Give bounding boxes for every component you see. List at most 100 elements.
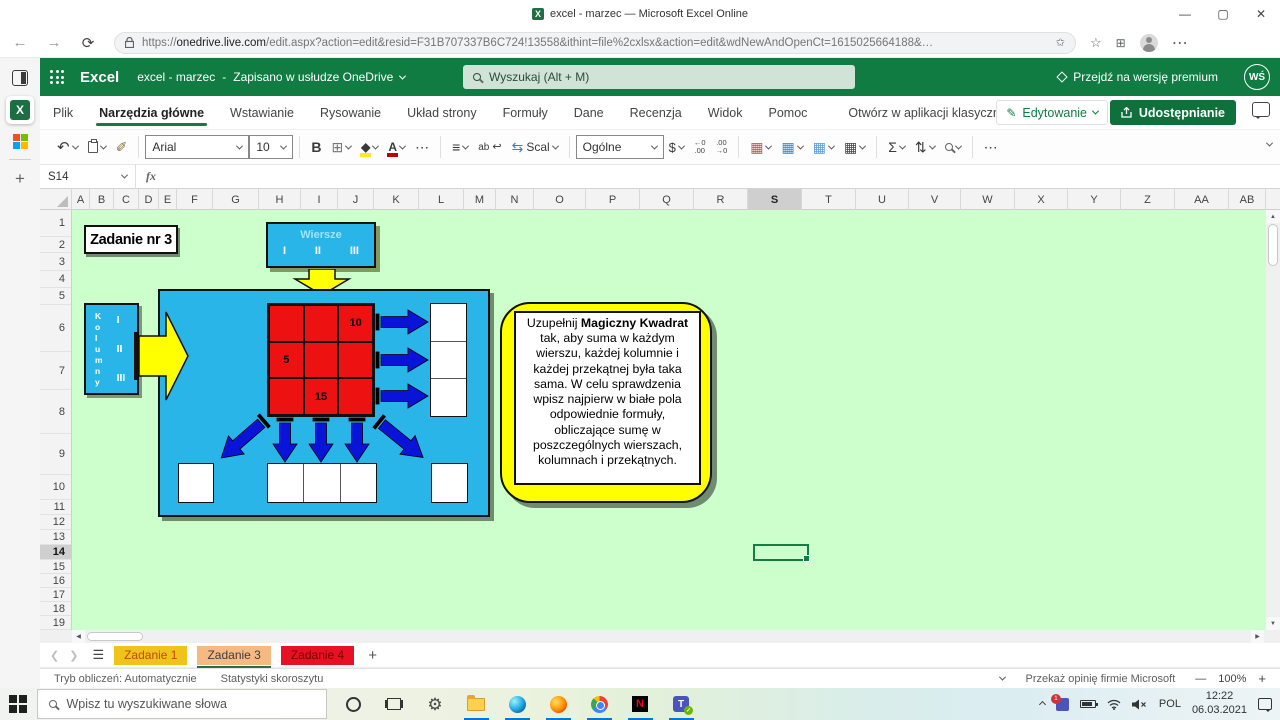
vertical-scrollbar[interactable]: ▲ ▼ — [1266, 210, 1280, 630]
back-button[interactable]: ← — [6, 31, 34, 55]
minimize-button[interactable]: — — [1166, 0, 1204, 28]
netflix-button[interactable]: N — [620, 688, 661, 720]
column-header-A[interactable]: A — [72, 189, 90, 210]
column-header-Z[interactable]: Z — [1121, 189, 1175, 210]
saved-status-chevron-icon[interactable] — [399, 72, 406, 79]
action-center-icon[interactable] — [1258, 698, 1272, 710]
font-color-button[interactable]: A — [383, 134, 410, 160]
add-sheet-button[interactable]: + — [368, 647, 377, 664]
alignment-button[interactable]: ≡ — [447, 134, 473, 160]
column-header-G[interactable]: G — [213, 189, 259, 210]
row-header-13[interactable]: 13 — [40, 530, 71, 545]
column-header-H[interactable]: H — [259, 189, 301, 210]
select-all-corner[interactable] — [40, 189, 72, 210]
sheet-tab-zadanie-3[interactable]: Zadanie 3 — [197, 646, 270, 665]
column-header-J[interactable]: J — [338, 189, 374, 210]
row-header-12[interactable]: 12 — [40, 515, 71, 530]
borders-button[interactable]: ⊞ — [326, 134, 356, 160]
sheet-tab-zadanie-1[interactable]: Zadanie 1 — [114, 646, 187, 665]
account-avatar[interactable]: WŚ — [1244, 64, 1270, 90]
sheet-nav-forward-icon[interactable]: ❯ — [69, 649, 78, 662]
name-box[interactable]: S14 — [40, 164, 136, 189]
column-header-R[interactable]: R — [694, 189, 748, 210]
close-button[interactable]: ✕ — [1242, 0, 1280, 28]
sum-cell[interactable] — [431, 379, 466, 416]
rail-add-icon[interactable]: + — [15, 170, 25, 187]
wifi-icon[interactable] — [1107, 699, 1121, 710]
column-header-F[interactable]: F — [177, 189, 213, 210]
fill-color-button[interactable]: ◆ — [356, 134, 383, 160]
sum-cell[interactable] — [304, 464, 340, 502]
battery-icon[interactable] — [1080, 700, 1096, 708]
sum-cell[interactable] — [431, 304, 466, 342]
conditional-formatting-button[interactable]: ▦ — [745, 134, 776, 160]
column-header-Y[interactable]: Y — [1068, 189, 1121, 210]
column-header-L[interactable]: L — [419, 189, 464, 210]
column-header-S[interactable]: S — [748, 189, 802, 210]
row-header-8[interactable]: 8 — [40, 390, 71, 434]
increase-decimal-button[interactable]: ←0.00 — [689, 134, 711, 160]
row-header-1[interactable]: 1 — [40, 210, 71, 237]
language-indicator[interactable]: POL — [1159, 698, 1181, 710]
row-header-9[interactable]: 9 — [40, 434, 71, 475]
firefox-button[interactable] — [538, 688, 579, 720]
row-header-16[interactable]: 16 — [40, 574, 71, 588]
editing-mode-dropdown[interactable]: ✎ Edytowanie — [996, 100, 1108, 125]
premium-upgrade-link[interactable]: Przejdź na wersję premium — [1058, 58, 1218, 96]
comments-icon[interactable] — [1252, 102, 1270, 117]
sum-cell[interactable] — [431, 342, 466, 380]
column-header-U[interactable]: U — [856, 189, 909, 210]
office-sidebar-icon[interactable] — [12, 70, 28, 86]
bold-button[interactable]: B — [306, 134, 326, 160]
column-header-C[interactable]: C — [114, 189, 139, 210]
excel-app-icon[interactable]: X — [6, 96, 34, 124]
row-header-4[interactable]: 4 — [40, 271, 71, 288]
microsoft-logo-icon[interactable] — [13, 134, 28, 149]
column-header-I[interactable]: I — [301, 189, 338, 210]
scroll-up-icon[interactable]: ▲ — [1266, 210, 1280, 223]
diagonal-sum-cell[interactable] — [178, 463, 214, 503]
column-header-V[interactable]: V — [909, 189, 961, 210]
fx-icon[interactable]: fx — [146, 169, 156, 184]
volume-muted-icon[interactable] — [1132, 699, 1148, 710]
column-header-Q[interactable]: Q — [640, 189, 694, 210]
status-options-chevron[interactable] — [999, 674, 1006, 681]
maximize-button[interactable]: ▢ — [1204, 0, 1242, 28]
column-header-AA[interactable]: AA — [1175, 189, 1229, 210]
ribbon-tab-dane[interactable]: Dane — [561, 96, 617, 129]
document-title[interactable]: excel - marzec — [137, 70, 215, 84]
taskbar-search-box[interactable]: Wpisz tu wyszukiwane słowa — [37, 689, 327, 719]
currency-format-button[interactable]: $ — [664, 134, 689, 160]
edge-button[interactable] — [497, 688, 538, 720]
task-view-button[interactable] — [374, 688, 415, 720]
excel-search-box[interactable]: Wyszukaj (Alt + M) — [463, 65, 855, 89]
row-header-5[interactable]: 5 — [40, 288, 71, 305]
column-header-M[interactable]: M — [464, 189, 496, 210]
horizontal-scrollbar[interactable]: ◀ ▶ — [40, 630, 1280, 643]
app-launcher-icon[interactable] — [50, 70, 64, 84]
calculation-mode[interactable]: Tryb obliczeń: Automatycznie — [54, 673, 197, 685]
column-header-W[interactable]: W — [961, 189, 1015, 210]
column-header-E[interactable]: E — [159, 189, 177, 210]
merge-cells-button[interactable]: ⇆Scal — [507, 134, 563, 160]
column-header-K[interactable]: K — [374, 189, 419, 210]
tray-expand-icon[interactable] — [1039, 700, 1046, 707]
toolbar-overflow-button[interactable]: ⋯ — [979, 134, 1003, 160]
row-header-19[interactable]: 19 — [40, 616, 71, 630]
decrease-decimal-button[interactable]: .00→0 — [711, 134, 733, 160]
row-header-14[interactable]: 14 — [40, 545, 71, 560]
favorites-icon[interactable]: ☆ — [1090, 35, 1102, 51]
chrome-button[interactable] — [579, 688, 620, 720]
row-header-2[interactable]: 2 — [40, 237, 71, 253]
row-header-3[interactable]: 3 — [40, 253, 71, 271]
column-header-T[interactable]: T — [802, 189, 856, 210]
browser-menu-icon[interactable]: ⋯ — [1172, 33, 1189, 53]
row-header-15[interactable]: 15 — [40, 560, 71, 574]
tracking-prevention-icon[interactable]: ✩ — [1056, 36, 1065, 49]
row-header-6[interactable]: 6 — [40, 305, 71, 352]
cell-styles-button[interactable]: ▦ — [808, 134, 839, 160]
saved-status[interactable]: Zapisano w usłudze OneDrive — [233, 70, 393, 84]
workbook-statistics[interactable]: Statystyki skoroszytu — [221, 673, 324, 685]
column-header-AB[interactable]: AB — [1229, 189, 1266, 210]
ribbon-tab-wstawianie[interactable]: Wstawianie — [217, 96, 307, 129]
